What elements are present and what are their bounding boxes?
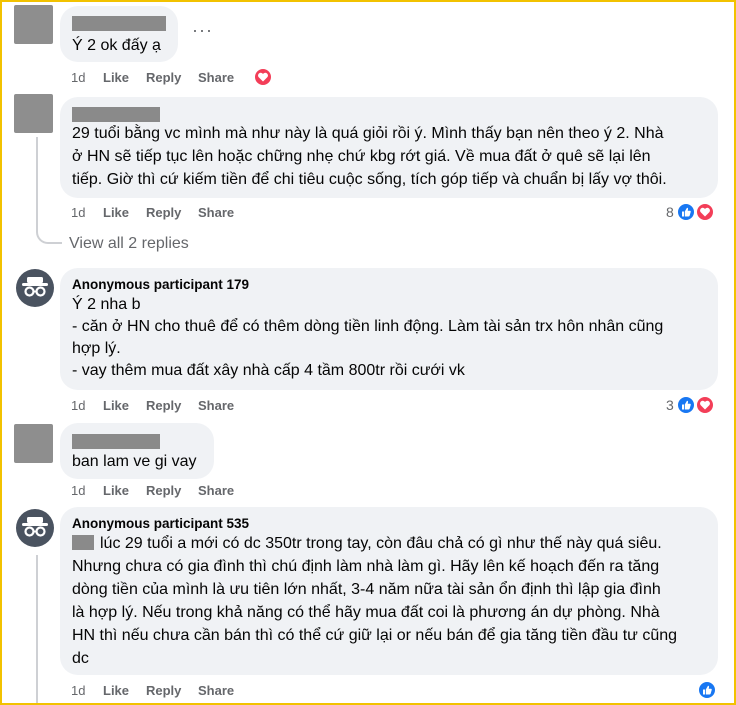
share-button[interactable]: Share bbox=[198, 683, 234, 698]
reply-button[interactable]: Reply bbox=[146, 70, 181, 85]
comment-text: 29 tuổi bằng vc mình mà như này là quá g… bbox=[72, 125, 664, 142]
redacted-author-name bbox=[72, 434, 160, 449]
love-reaction-icon[interactable] bbox=[253, 67, 273, 87]
share-button[interactable]: Share bbox=[198, 483, 234, 498]
more-options-icon[interactable]: ··· bbox=[192, 20, 213, 41]
comment-author[interactable]: Anonymous participant 179 bbox=[72, 277, 249, 292]
reaction-count[interactable]: 3 bbox=[666, 397, 674, 413]
comment-first-line: lúc 29 tuổi a mới có dc 350tr trong tay,… bbox=[100, 535, 662, 552]
comment-time[interactable]: 1d bbox=[71, 683, 85, 698]
thread-line bbox=[36, 137, 38, 232]
comment-text: Ý 2 nha b bbox=[72, 296, 141, 313]
redacted-mention bbox=[72, 535, 94, 550]
like-button[interactable]: Like bbox=[103, 70, 129, 85]
comment-actions: 1d Like Reply Share bbox=[71, 683, 291, 699]
avatar[interactable] bbox=[14, 424, 53, 463]
redacted-author-name bbox=[72, 16, 166, 31]
comment-text: là hợp lý. Nếu trong khả năng có thể hãy… bbox=[72, 604, 660, 621]
share-button[interactable]: Share bbox=[198, 70, 234, 85]
view-replies-link[interactable]: View all 2 replies bbox=[69, 235, 189, 253]
comment-time[interactable]: 1d bbox=[71, 205, 85, 220]
comment-actions: 1d Like Reply Share bbox=[71, 483, 291, 499]
comment-time[interactable]: 1d bbox=[71, 398, 85, 413]
reply-button[interactable]: Reply bbox=[146, 483, 181, 498]
comment-text: dc bbox=[72, 650, 89, 667]
love-reaction-icon[interactable] bbox=[695, 202, 715, 222]
share-button[interactable]: Share bbox=[198, 398, 234, 413]
avatar[interactable] bbox=[14, 94, 53, 133]
comment-time[interactable]: 1d bbox=[71, 70, 85, 85]
comment-bubble: Ý 2 ok đấy ạ bbox=[60, 6, 178, 62]
comment-text: ở HN sẽ tiếp tục lên hoặc chững nhẹ chứ … bbox=[72, 148, 651, 165]
redacted-author-name bbox=[72, 107, 160, 122]
thread-connector bbox=[36, 230, 62, 244]
comment-bubble: 29 tuổi bằng vc mình mà như này là quá g… bbox=[60, 97, 718, 198]
comment-bubble: Anonymous participant 535 lúc 29 tuổi a … bbox=[60, 507, 718, 675]
like-reaction-icon[interactable] bbox=[697, 680, 717, 700]
comment-text: Ý 2 ok đấy ạ bbox=[72, 37, 161, 54]
comment-text: Nhưng chưa có gia đình thì chú định làm … bbox=[72, 558, 660, 575]
comment-actions: 1d Like Reply Share bbox=[71, 205, 291, 221]
reply-button[interactable]: Reply bbox=[146, 683, 181, 698]
like-button[interactable]: Like bbox=[103, 205, 129, 220]
comment-text: dòng tiền của mình là ưu tiên lớn nhất, … bbox=[72, 581, 661, 598]
like-button[interactable]: Like bbox=[103, 398, 129, 413]
like-button[interactable]: Like bbox=[103, 483, 129, 498]
thread-line bbox=[36, 555, 38, 703]
comment-text: HN thì nếu chưa cần bán thì có thể cứ gi… bbox=[72, 627, 678, 644]
comment-text: hợp lý. bbox=[72, 340, 121, 357]
anonymous-avatar-icon[interactable] bbox=[16, 269, 54, 307]
reply-button[interactable]: Reply bbox=[146, 205, 181, 220]
comment-text: ban lam ve gi vay bbox=[72, 453, 197, 470]
love-reaction-icon[interactable] bbox=[695, 395, 715, 415]
comment-actions: 1d Like Reply Share bbox=[71, 398, 291, 414]
comment-bubble: Anonymous participant 179 Ý 2 nha b - că… bbox=[60, 268, 718, 390]
comment-author[interactable]: Anonymous participant 535 bbox=[72, 516, 249, 531]
comment-text: - vay thêm mua đất xây nhà cấp 4 tầm 800… bbox=[72, 362, 465, 379]
anonymous-avatar-icon[interactable] bbox=[16, 509, 54, 547]
share-button[interactable]: Share bbox=[198, 205, 234, 220]
like-button[interactable]: Like bbox=[103, 683, 129, 698]
comment-text: tiếp. Giờ thì cứ kiếm tiền để chi tiêu c… bbox=[72, 171, 667, 188]
like-reaction-icon[interactable] bbox=[676, 395, 696, 415]
comment-text: lúc 29 tuổi a mới có dc 350tr trong tay,… bbox=[72, 532, 662, 555]
like-reaction-icon[interactable] bbox=[676, 202, 696, 222]
reply-button[interactable]: Reply bbox=[146, 398, 181, 413]
reaction-count[interactable]: 8 bbox=[666, 204, 674, 220]
comment-bubble: ban lam ve gi vay bbox=[60, 423, 214, 479]
avatar[interactable] bbox=[14, 5, 53, 44]
comment-time[interactable]: 1d bbox=[71, 483, 85, 498]
comment-text: - căn ở HN cho thuê để có thêm dòng tiền… bbox=[72, 318, 664, 335]
